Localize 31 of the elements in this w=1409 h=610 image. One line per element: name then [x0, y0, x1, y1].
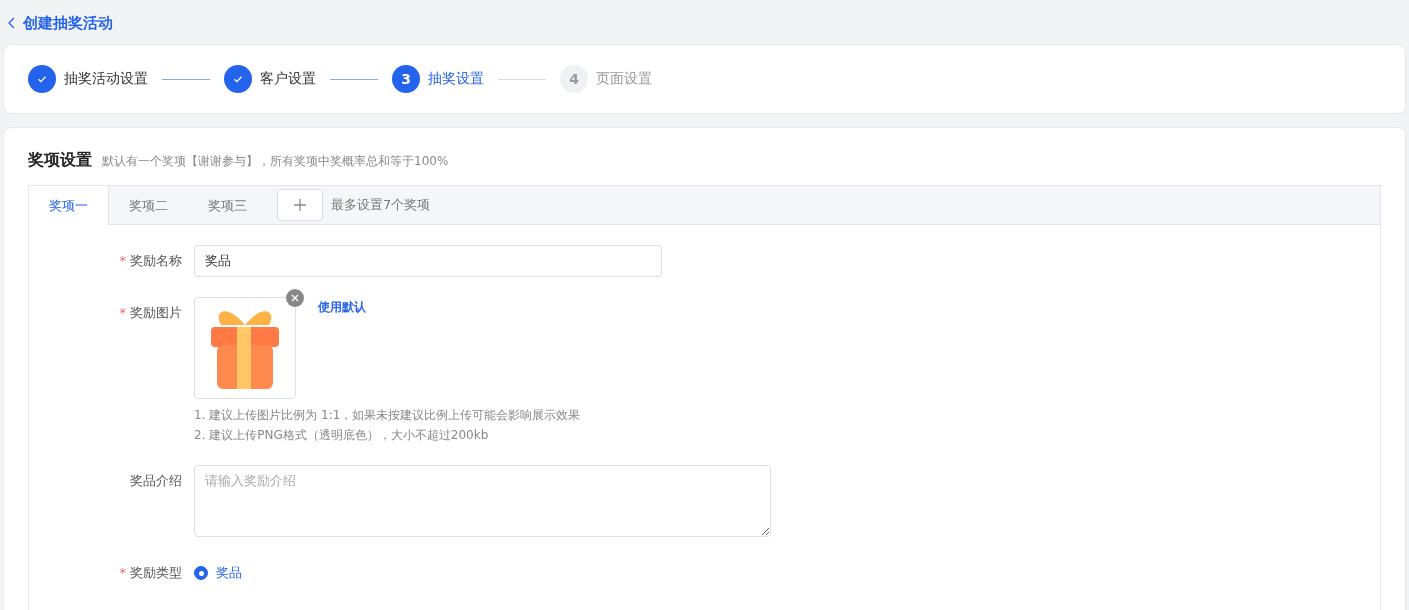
- required-mark: *: [119, 305, 126, 320]
- step-label: 抽奖活动设置: [64, 70, 148, 88]
- add-hint: 最多设置7个奖项: [331, 196, 431, 214]
- section-title: 奖项设置: [28, 150, 92, 171]
- prize-tab[interactable]: 奖项二: [109, 186, 188, 225]
- add-tab-button[interactable]: [277, 189, 323, 221]
- field-label: 奖励图片: [130, 305, 182, 320]
- step-indicator: 3: [392, 65, 420, 93]
- radio-option[interactable]: 奖品: [194, 557, 242, 589]
- field-label: 奖励类型: [130, 565, 182, 580]
- field-label: 奖品介绍: [130, 473, 182, 488]
- step-label: 抽奖设置: [428, 70, 484, 88]
- prize-tab[interactable]: 奖项三: [188, 186, 267, 225]
- image-upload-box[interactable]: [194, 297, 296, 399]
- required-mark: *: [119, 253, 126, 268]
- step-label: 客户设置: [260, 70, 316, 88]
- step-indicator: 4: [560, 65, 588, 93]
- required-mark: *: [119, 565, 126, 580]
- section-hint: 默认有一个奖项【谢谢参与】，所有奖项中奖概率总和等于100%: [102, 153, 449, 170]
- step-label: 页面设置: [596, 70, 652, 88]
- field-label: 奖励名称: [130, 253, 182, 268]
- prize-description-field[interactable]: 请输入奖励介绍: [194, 465, 771, 537]
- back-button[interactable]: 创建抽奖活动: [8, 13, 113, 33]
- upload-hint: 1. 建议上传图片比例为 1:1，如果未按建议比例上传可能会影响展示效果: [194, 407, 581, 424]
- upload-hint: 2. 建议上传PNG格式（透明底色），大小不超过200kb: [194, 427, 490, 444]
- chevron-left-icon: [8, 17, 15, 29]
- plus-icon: [293, 198, 307, 212]
- prize-name-field[interactable]: 奖品: [194, 245, 662, 277]
- prize-tab[interactable]: 奖项一: [29, 186, 109, 225]
- remove-icon[interactable]: [286, 289, 304, 307]
- use-default-link[interactable]: 使用默认: [318, 299, 366, 316]
